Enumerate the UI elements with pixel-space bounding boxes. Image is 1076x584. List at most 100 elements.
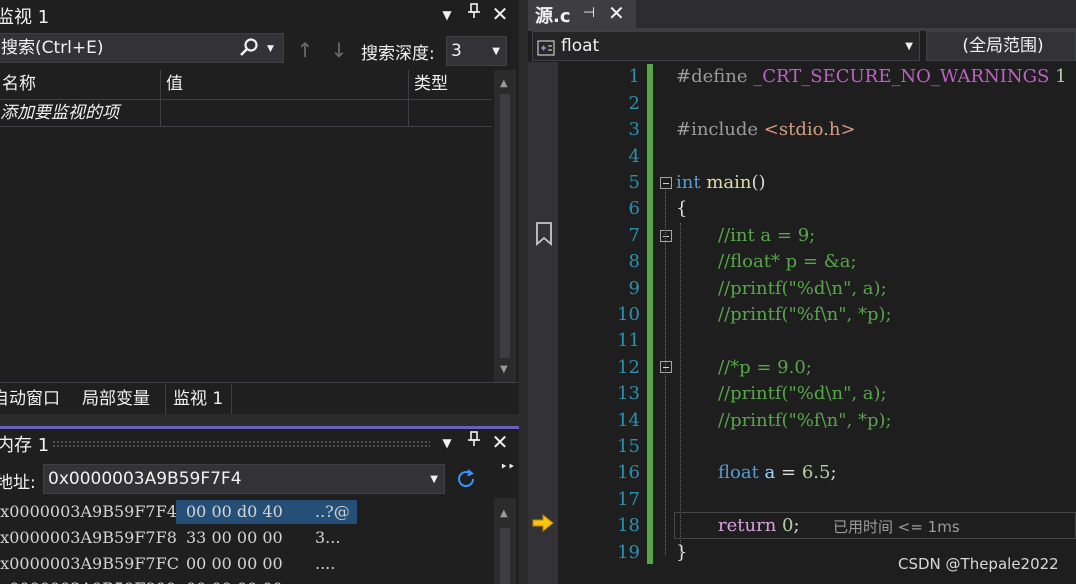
tab-watch-1[interactable]: 监视 1 [165, 384, 232, 416]
chevron-down-icon: ▼ [492, 46, 500, 57]
line-number: 2 [628, 93, 640, 114]
chevron-down-icon[interactable]: ▼ [436, 4, 458, 26]
memory-row-bytes[interactable]: 00 00 00 00 [186, 551, 283, 577]
line-number: 13 [617, 383, 640, 404]
memory-row-address[interactable]: 0x0000003A9B59F7FC [0, 551, 179, 577]
scope-left-value: float [561, 36, 600, 56]
line-number: 15 [617, 436, 640, 457]
arrow-down-icon[interactable]: ↓ [328, 39, 350, 61]
column-header-name[interactable]: 名称 [0, 70, 161, 99]
scroll-up-icon[interactable]: ▲ [500, 508, 508, 519]
code-line[interactable]: //int a = 9; [718, 223, 815, 249]
collapse-icon[interactable] [660, 230, 672, 242]
scroll-thumb[interactable] [500, 94, 510, 358]
watch-scrollbar[interactable]: ▲ ▼ [494, 70, 516, 382]
column-header-type[interactable]: 类型 [409, 70, 492, 99]
fold-guide [665, 190, 666, 555]
editor-tab-source[interactable]: 源.c ⊣ ✕ [528, 0, 636, 28]
code-line[interactable]: } [676, 540, 687, 566]
line-number: 9 [628, 278, 640, 299]
address-input[interactable]: 0x0000003A9B59F7F4 ▼ [43, 464, 445, 494]
line-number: 10 [617, 304, 640, 325]
left-dock-panel: 监视 1 ▼ ✕ 搜索(Ctrl+E) ▼ ↑ ↓ 搜索深度: 3 ▼ 名称 值… [0, 0, 519, 584]
code-line[interactable]: //printf("%f\n", *p); [718, 408, 892, 434]
change-tracking-bar [647, 64, 653, 564]
memory-row-address[interactable]: 0x0000003A9B59F7F4 [0, 499, 177, 525]
code-line[interactable]: return 0; [718, 513, 800, 539]
pin-icon[interactable] [463, 431, 485, 453]
tab-autos[interactable]: 自动窗口 [0, 384, 60, 414]
scope-dropdown-right[interactable]: (全局范围) [926, 31, 1076, 61]
code-line[interactable]: #define _CRT_SECURE_NO_WARNINGS 1 [676, 64, 1067, 90]
line-number: 18 [617, 515, 640, 536]
memory-scrollbar[interactable]: ▲ [494, 498, 516, 584]
scroll-up-icon[interactable]: ▲ [500, 78, 508, 89]
chevron-down-icon[interactable]: ▼ [436, 432, 458, 454]
line-number: 19 [617, 542, 640, 563]
line-number: 1 [628, 66, 640, 87]
line-number: 4 [628, 146, 640, 167]
code-line[interactable]: //*p = 9.0; [718, 355, 812, 381]
memory-row-address[interactable]: 0x0000003A9B59F800 [0, 576, 176, 584]
memory-grid: 0x0000003A9B59F7F4 00 00 d0 40 ..?@ 0x00… [0, 498, 492, 584]
code-line[interactable]: //printf("%d\n", a); [718, 381, 887, 407]
column-header-value[interactable]: 值 [161, 70, 409, 99]
line-number: 14 [617, 410, 640, 431]
memory-row-ascii[interactable]: .... [315, 551, 335, 577]
code-line[interactable]: //printf("%d\n", a); [718, 276, 887, 302]
chevron-down-icon: ▼ [905, 41, 913, 52]
active-accent-bar [0, 426, 519, 429]
memory-row-address[interactable]: 0x0000003A9B59F7F8 [0, 525, 177, 551]
scroll-down-icon[interactable]: ▼ [500, 364, 508, 375]
line-number: 12 [617, 357, 640, 378]
memory-row-bytes[interactable]: 00 00 d0 40 [186, 499, 283, 525]
pin-icon[interactable]: ⊣ [583, 5, 595, 21]
title-grip[interactable] [52, 440, 430, 448]
refresh-icon[interactable] [453, 467, 479, 497]
search-depth-select[interactable]: 3 ▼ [446, 36, 507, 66]
perf-tip[interactable]: 已用时间 <= 1ms [833, 516, 960, 537]
tab-strip-border [0, 382, 519, 383]
indicator-margin[interactable] [528, 62, 558, 584]
code-line[interactable]: //float* p = &a; [718, 249, 857, 275]
chevron-down-icon[interactable]: ▼ [267, 35, 274, 62]
line-number: 6 [628, 198, 640, 219]
next-statement-arrow-icon [532, 513, 554, 536]
memory-row-ascii[interactable]: 3... [315, 525, 340, 551]
dock-splitter[interactable] [519, 0, 528, 584]
watch-add-row[interactable]: 添加要监视的项 [0, 100, 492, 127]
code-line[interactable]: //printf("%f\n", *p); [718, 302, 892, 328]
search-input[interactable]: 搜索(Ctrl+E) [1, 38, 104, 58]
memory-row-bytes[interactable]: 33 00 00 00 [186, 525, 283, 551]
close-icon[interactable]: ✕ [489, 431, 511, 453]
pin-icon[interactable] [463, 3, 485, 25]
line-number: 7 [628, 225, 640, 246]
code-line[interactable]: float a = 6.5; [718, 460, 837, 486]
memory-window-title: 内存 1 [0, 435, 50, 456]
memory-row-ascii[interactable]: ..?@ [315, 499, 350, 525]
chevron-down-icon[interactable]: ▼ [430, 466, 438, 493]
code-line[interactable]: { [676, 196, 687, 222]
search-depth-value: 3 [451, 41, 462, 61]
tab-locals[interactable]: 局部变量 [82, 384, 150, 414]
memory-row-bytes[interactable]: 00 00 00 00 [186, 576, 283, 584]
close-icon[interactable]: ✕ [608, 1, 625, 25]
arrow-up-icon[interactable]: ↑ [294, 39, 316, 61]
code-line[interactable]: #include <stdio.h> [676, 117, 856, 143]
watch-search-box[interactable]: 搜索(Ctrl+E) ▼ [0, 33, 284, 63]
memory-row-ascii[interactable]: .... [315, 576, 335, 584]
collapse-icon[interactable] [660, 361, 672, 373]
address-value[interactable]: 0x0000003A9B59F7F4 [48, 469, 242, 489]
add-watch-item[interactable]: 添加要监视的项 [0, 100, 119, 126]
line-number: 11 [617, 330, 640, 351]
line-number: 3 [628, 119, 640, 140]
code-line[interactable]: int main() [676, 170, 766, 196]
member-icon [537, 37, 555, 60]
line-number: 8 [628, 251, 640, 272]
search-icon[interactable] [239, 34, 259, 62]
more-options-icon[interactable]: ‣‣ [500, 460, 515, 475]
scope-dropdown-left[interactable]: float ▼ [532, 31, 920, 61]
close-icon[interactable]: ✕ [489, 3, 511, 25]
collapse-icon[interactable] [660, 177, 672, 189]
scroll-thumb[interactable] [500, 528, 510, 584]
